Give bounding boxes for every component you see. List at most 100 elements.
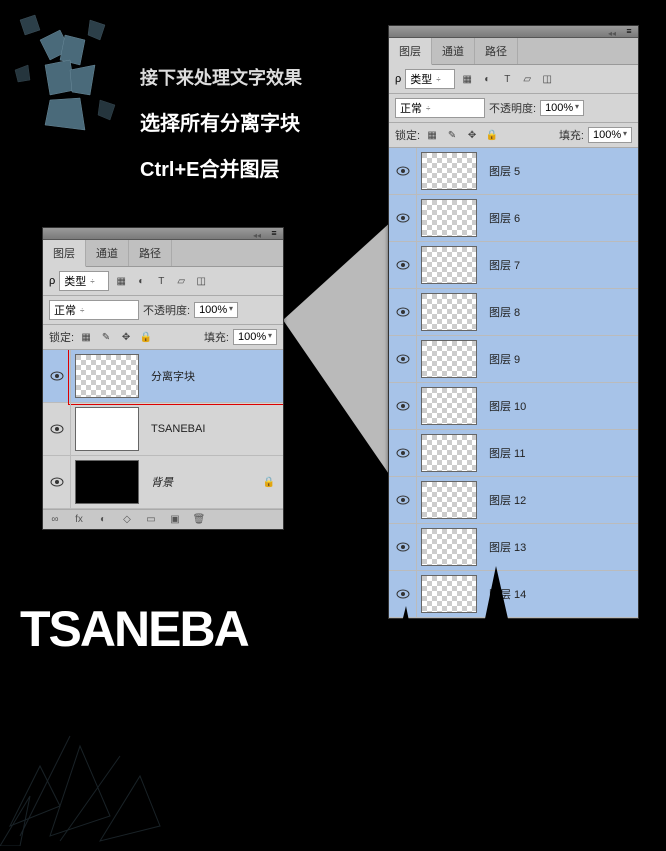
- layers-panel-small: ◂◂ ≡ 图层 通道 路径 ρ 类型 ÷ ▦ ◐ T ▱ ◫ 正常 ÷ 不透明度…: [42, 227, 284, 530]
- visibility-eye-icon[interactable]: [396, 213, 410, 223]
- visibility-eye-icon[interactable]: [396, 495, 410, 505]
- layer-row[interactable]: 图层 7: [389, 242, 638, 289]
- layer-row[interactable]: 背景🔒: [43, 456, 283, 509]
- panel-titlebar[interactable]: ◂◂ ≡: [389, 26, 638, 38]
- opacity-value: 100%: [199, 304, 227, 316]
- visibility-eye-icon[interactable]: [396, 448, 410, 458]
- filter-shape-icon[interactable]: ▱: [519, 71, 535, 87]
- tab-paths[interactable]: 路径: [129, 240, 172, 266]
- layer-name[interactable]: 背景: [143, 474, 263, 490]
- collapse-icon[interactable]: ◂◂: [608, 29, 616, 38]
- blend-mode-value: 正常: [54, 302, 76, 318]
- filter-pixel-icon[interactable]: ▦: [459, 71, 475, 87]
- tab-layers[interactable]: 图层: [43, 240, 86, 267]
- opacity-label: 不透明度:: [143, 302, 190, 318]
- layer-name[interactable]: 图层 6: [481, 210, 638, 226]
- lock-transparent-icon[interactable]: ▦: [424, 127, 440, 143]
- layer-thumbnail[interactable]: [421, 481, 477, 519]
- visibility-eye-icon[interactable]: [396, 401, 410, 411]
- layer-row[interactable]: 分离字块: [43, 350, 283, 403]
- filter-pixel-icon[interactable]: ▦: [113, 273, 129, 289]
- footer-icon[interactable]: ◇: [119, 514, 135, 525]
- opacity-input[interactable]: 100% ▾: [540, 100, 584, 116]
- chevron-down-icon: ▾: [575, 102, 579, 114]
- filter-smart-icon[interactable]: ◫: [539, 71, 555, 87]
- layer-row[interactable]: 图层 9: [389, 336, 638, 383]
- footer-icon[interactable]: ▣: [167, 514, 183, 525]
- layer-thumbnail[interactable]: [421, 246, 477, 284]
- layer-row[interactable]: 图层 5: [389, 148, 638, 195]
- layer-name[interactable]: 图层 12: [481, 492, 638, 508]
- layer-thumbnail[interactable]: [75, 354, 139, 398]
- lock-all-icon[interactable]: 🔒: [138, 329, 154, 345]
- filter-kind-icon[interactable]: ρ: [395, 73, 401, 85]
- layer-row[interactable]: 图层 10: [389, 383, 638, 430]
- lock-paint-icon[interactable]: ✎: [98, 329, 114, 345]
- filter-type-icon[interactable]: T: [499, 71, 515, 87]
- visibility-eye-icon[interactable]: [396, 354, 410, 364]
- visibility-eye-icon[interactable]: [396, 307, 410, 317]
- layer-name[interactable]: 图层 10: [481, 398, 638, 414]
- tab-paths[interactable]: 路径: [475, 38, 518, 64]
- layer-name[interactable]: 图层 11: [481, 445, 638, 461]
- tab-channels[interactable]: 通道: [432, 38, 475, 64]
- filter-type-dropdown[interactable]: 类型 ÷: [405, 69, 455, 89]
- layer-thumbnail[interactable]: [75, 407, 139, 451]
- layer-name[interactable]: 图层 5: [481, 163, 638, 179]
- filter-kind-icon[interactable]: ρ: [49, 275, 55, 287]
- footer-icon[interactable]: 🗑: [191, 514, 207, 525]
- fill-input[interactable]: 100% ▾: [588, 127, 632, 143]
- tab-channels[interactable]: 通道: [86, 240, 129, 266]
- layer-thumbnail[interactable]: [421, 293, 477, 331]
- layer-thumbnail[interactable]: [421, 199, 477, 237]
- footer-icon[interactable]: ◐: [95, 514, 111, 525]
- lock-paint-icon[interactable]: ✎: [444, 127, 460, 143]
- lock-row: 锁定: ▦ ✎ ✥ 🔒 填充: 100% ▾: [43, 325, 283, 350]
- layer-name[interactable]: TSANEBAI: [143, 423, 283, 435]
- visibility-eye-icon[interactable]: [396, 166, 410, 176]
- visibility-eye-icon[interactable]: [50, 371, 64, 381]
- lock-label: 锁定:: [395, 127, 420, 143]
- panel-menu-button[interactable]: ≡: [622, 26, 636, 37]
- layer-row[interactable]: 图层 8: [389, 289, 638, 336]
- filter-adjust-icon[interactable]: ◐: [133, 273, 149, 289]
- blend-mode-dropdown[interactable]: 正常 ÷: [395, 98, 485, 118]
- layer-thumbnail[interactable]: [421, 340, 477, 378]
- filter-type-icon[interactable]: T: [153, 273, 169, 289]
- blend-mode-dropdown[interactable]: 正常 ÷: [49, 300, 139, 320]
- lock-position-icon[interactable]: ✥: [464, 127, 480, 143]
- lock-all-icon[interactable]: 🔒: [484, 127, 500, 143]
- layer-name[interactable]: 分离字块: [143, 368, 283, 384]
- filter-smart-icon[interactable]: ◫: [193, 273, 209, 289]
- visibility-eye-icon[interactable]: [396, 260, 410, 270]
- layer-thumbnail[interactable]: [421, 152, 477, 190]
- panel-titlebar[interactable]: ◂◂ ≡: [43, 228, 283, 240]
- footer-icon[interactable]: ∞: [47, 514, 63, 525]
- footer-icon[interactable]: ▭: [143, 514, 159, 525]
- layer-thumbnail[interactable]: [75, 460, 139, 504]
- layer-row[interactable]: 图层 12: [389, 477, 638, 524]
- collapse-icon[interactable]: ◂◂: [253, 231, 261, 240]
- chevron-down-icon: ÷: [80, 306, 84, 315]
- layer-name[interactable]: 图层 7: [481, 257, 638, 273]
- layer-row[interactable]: 图层 11: [389, 430, 638, 477]
- fill-input[interactable]: 100% ▾: [233, 329, 277, 345]
- visibility-eye-icon[interactable]: [50, 477, 64, 487]
- layer-thumbnail[interactable]: [421, 434, 477, 472]
- layer-row[interactable]: 图层 6: [389, 195, 638, 242]
- layer-row[interactable]: TSANEBAI: [43, 403, 283, 456]
- footer-icon[interactable]: fx: [71, 514, 87, 525]
- layer-name[interactable]: 图层 9: [481, 351, 638, 367]
- visibility-eye-icon[interactable]: [50, 424, 64, 434]
- opacity-input[interactable]: 100% ▾: [194, 302, 238, 318]
- panel-menu-button[interactable]: ≡: [267, 228, 281, 239]
- filter-adjust-icon[interactable]: ◐: [479, 71, 495, 87]
- layer-thumbnail[interactable]: [421, 387, 477, 425]
- filter-type-dropdown[interactable]: 类型 ÷: [59, 271, 109, 291]
- tab-layers[interactable]: 图层: [389, 38, 432, 65]
- lock-icon: 🔒: [263, 477, 275, 488]
- lock-position-icon[interactable]: ✥: [118, 329, 134, 345]
- layer-name[interactable]: 图层 8: [481, 304, 638, 320]
- lock-transparent-icon[interactable]: ▦: [78, 329, 94, 345]
- filter-shape-icon[interactable]: ▱: [173, 273, 189, 289]
